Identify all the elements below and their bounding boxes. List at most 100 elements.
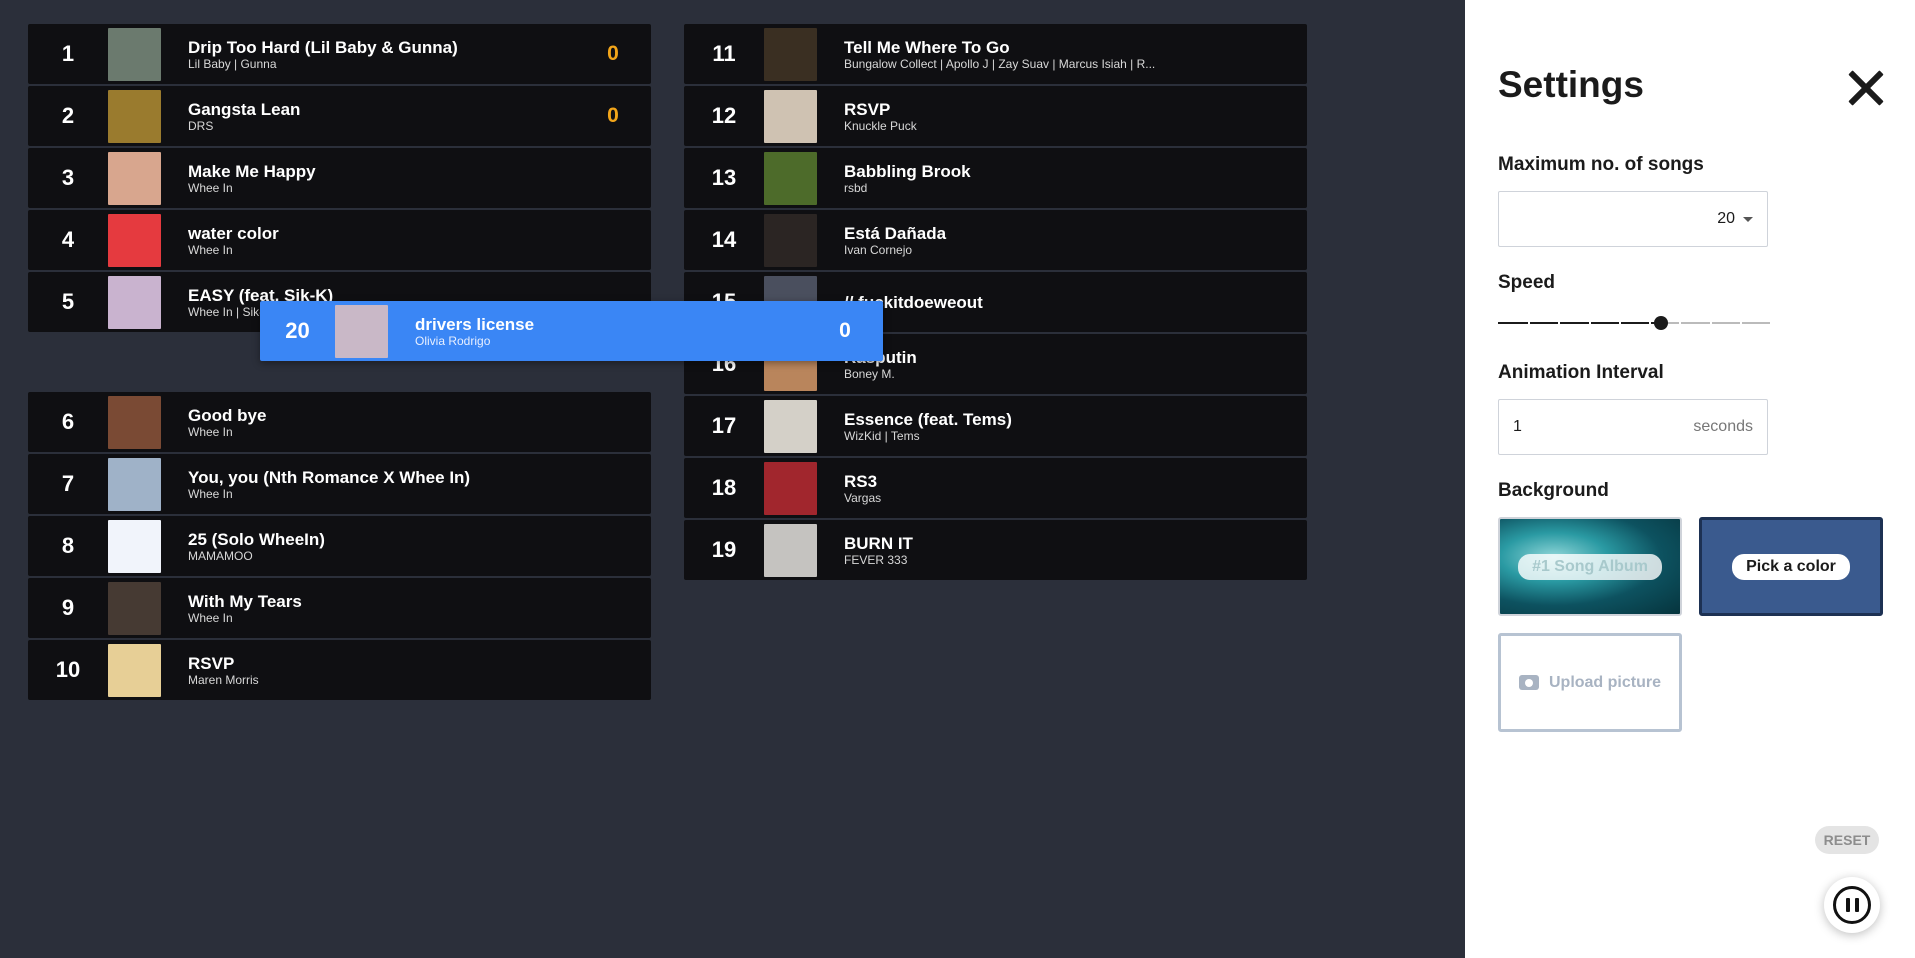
row-rank: 5 bbox=[61, 289, 75, 314]
slider-tick bbox=[1619, 319, 1621, 327]
row-score: 0 bbox=[607, 104, 619, 127]
song-artist: Vargas bbox=[844, 490, 882, 505]
chart-row: 2 Gangsta Lean DRS 0 bbox=[28, 86, 651, 146]
speed-label: Speed bbox=[1498, 272, 1556, 293]
row-rank: 10 bbox=[55, 657, 81, 682]
song-title: water color bbox=[188, 223, 279, 243]
row-meta: drivers license Olivia Rodrigo bbox=[415, 315, 815, 348]
speed-slider[interactable] bbox=[1498, 313, 1772, 333]
song-artist: Ivan Cornejo bbox=[844, 242, 913, 257]
song-title: RS3 bbox=[844, 471, 878, 491]
interval-unit: seconds bbox=[1693, 418, 1753, 435]
album-art bbox=[108, 457, 161, 511]
row-meta: RS3 Vargas bbox=[844, 472, 1239, 505]
slider-tick bbox=[1558, 319, 1560, 327]
row-meta: With My Tears Whee In bbox=[188, 592, 583, 625]
chart-row: 12 RSVP Knuckle Puck bbox=[684, 86, 1307, 146]
album-art bbox=[108, 151, 161, 205]
song-artist: Whee In bbox=[188, 610, 233, 625]
row-meta: Make Me Happy Whee In bbox=[188, 162, 583, 195]
chart-row: 7 You, you (Nth Romance X Whee In) Whee In bbox=[28, 454, 651, 514]
song-artist: Lil Baby | Gunna bbox=[188, 56, 277, 71]
row-rank: 20 bbox=[285, 318, 310, 343]
song-artist: Whee In bbox=[188, 424, 233, 439]
song-artist: Whee In bbox=[188, 486, 233, 501]
slider-tick bbox=[1589, 319, 1591, 327]
background-label: Background bbox=[1498, 480, 1609, 501]
background-upload-option[interactable]: Upload picture bbox=[1498, 633, 1682, 732]
song-title: Good bye bbox=[188, 405, 267, 425]
row-meta: Tell Me Where To Go Bungalow Collect | Ap… bbox=[844, 38, 1239, 71]
song-title: You, you (Nth Romance X Whee In) bbox=[188, 467, 471, 487]
chevron-down-icon bbox=[1743, 216, 1753, 222]
camera-icon bbox=[1518, 675, 1539, 690]
song-title: Drip Too Hard (Lil Baby & Gunna) bbox=[188, 37, 458, 57]
row-meta: RSVP Maren Morris bbox=[188, 654, 583, 687]
row-rank: 3 bbox=[61, 165, 75, 190]
row-meta: Babbling Brook rsbd bbox=[844, 162, 1239, 195]
song-artist: Olivia Rodrigo bbox=[415, 333, 491, 348]
background-album-option[interactable]: #1 Song Album bbox=[1498, 517, 1682, 616]
row-meta: Essence (feat. Tems) WizKid | Tems bbox=[844, 410, 1239, 443]
album-art bbox=[764, 399, 817, 453]
chart-row: 6 Good bye Whee In bbox=[28, 392, 651, 452]
row-rank: 12 bbox=[711, 103, 737, 128]
pause-button[interactable] bbox=[1824, 877, 1880, 933]
song-title: // fuckitdoeweout bbox=[844, 292, 983, 312]
song-artist: WizKid | Tems bbox=[844, 428, 920, 443]
chart-row: 4 water color Whee In bbox=[28, 210, 651, 270]
row-rank: 4 bbox=[61, 227, 75, 252]
song-title: Tell Me Where To Go bbox=[844, 37, 1010, 57]
row-rank: 6 bbox=[61, 409, 75, 434]
album-art bbox=[108, 395, 161, 449]
album-art bbox=[108, 643, 161, 697]
row-meta: // fuckitdoeweout bbox=[844, 293, 1239, 312]
row-rank: 14 bbox=[711, 227, 737, 252]
song-artist: Whee In bbox=[188, 180, 233, 195]
chart-row: 3 Make Me Happy Whee In bbox=[28, 148, 651, 208]
chart-row: 13 Babbling Brook rsbd bbox=[684, 148, 1307, 208]
chart-row: 8 25 (Solo WheeIn) MAMAMOO bbox=[28, 516, 651, 576]
moving-chart-row: 20 drivers license Olivia Rodrigo 0 bbox=[260, 301, 883, 361]
song-title: Está Dañada bbox=[844, 223, 947, 243]
chart-row: 18 RS3 Vargas bbox=[684, 458, 1307, 518]
song-title: Rasputin bbox=[844, 348, 1239, 367]
slider-thumb[interactable] bbox=[1654, 316, 1668, 330]
row-rank: 13 bbox=[711, 165, 737, 190]
row-meta: Está Dañada Ivan Cornejo bbox=[844, 224, 1239, 257]
album-art bbox=[764, 461, 817, 515]
max-songs-select[interactable]: 20 bbox=[1498, 191, 1768, 247]
interval-input[interactable]: 1 seconds bbox=[1498, 399, 1768, 455]
background-color-option[interactable]: Pick a color bbox=[1699, 517, 1883, 616]
row-meta: You, you (Nth Romance X Whee In) Whee In bbox=[188, 468, 583, 501]
album-art bbox=[108, 27, 161, 81]
song-title: RSVP bbox=[188, 653, 235, 673]
slider-tick bbox=[1528, 319, 1530, 327]
song-artist: Bungalow Collect | Apollo J | Zay Suav |… bbox=[844, 56, 1156, 71]
row-rank: 18 bbox=[711, 475, 737, 500]
song-artist: FEVER 333 bbox=[844, 552, 908, 567]
song-title: Make Me Happy bbox=[188, 161, 316, 181]
slider-fill bbox=[1498, 322, 1661, 324]
album-art bbox=[108, 213, 161, 267]
row-rank: 7 bbox=[61, 471, 75, 496]
close-icon[interactable] bbox=[1846, 68, 1886, 108]
color-option-label: Pick a color bbox=[1732, 553, 1850, 580]
row-score: 0 bbox=[607, 42, 619, 65]
row-meta: Gangsta Lean DRS bbox=[188, 100, 583, 133]
song-title: Babbling Brook bbox=[844, 161, 971, 181]
chart-row: 10 RSVP Maren Morris bbox=[28, 640, 651, 700]
chart-row: 11 Tell Me Where To Go Bungalow Collect | … bbox=[684, 24, 1307, 84]
row-rank: 8 bbox=[61, 533, 75, 558]
interval-label: Animation Interval bbox=[1498, 362, 1664, 383]
interval-value: 1 bbox=[1513, 418, 1522, 435]
slider-tick bbox=[1710, 319, 1712, 327]
reset-button[interactable]: RESET bbox=[1815, 826, 1879, 854]
song-artist: DRS bbox=[188, 118, 214, 133]
row-rank: 11 bbox=[712, 41, 736, 66]
album-art bbox=[764, 523, 817, 577]
chart-row: 17 Essence (feat. Tems) WizKid | Tems bbox=[684, 396, 1307, 456]
max-songs-value: 20 bbox=[1717, 210, 1735, 227]
song-title: RSVP bbox=[844, 99, 891, 119]
chart-row: 1 Drip Too Hard (Lil Baby & Gunna) Lil Bab… bbox=[28, 24, 651, 84]
